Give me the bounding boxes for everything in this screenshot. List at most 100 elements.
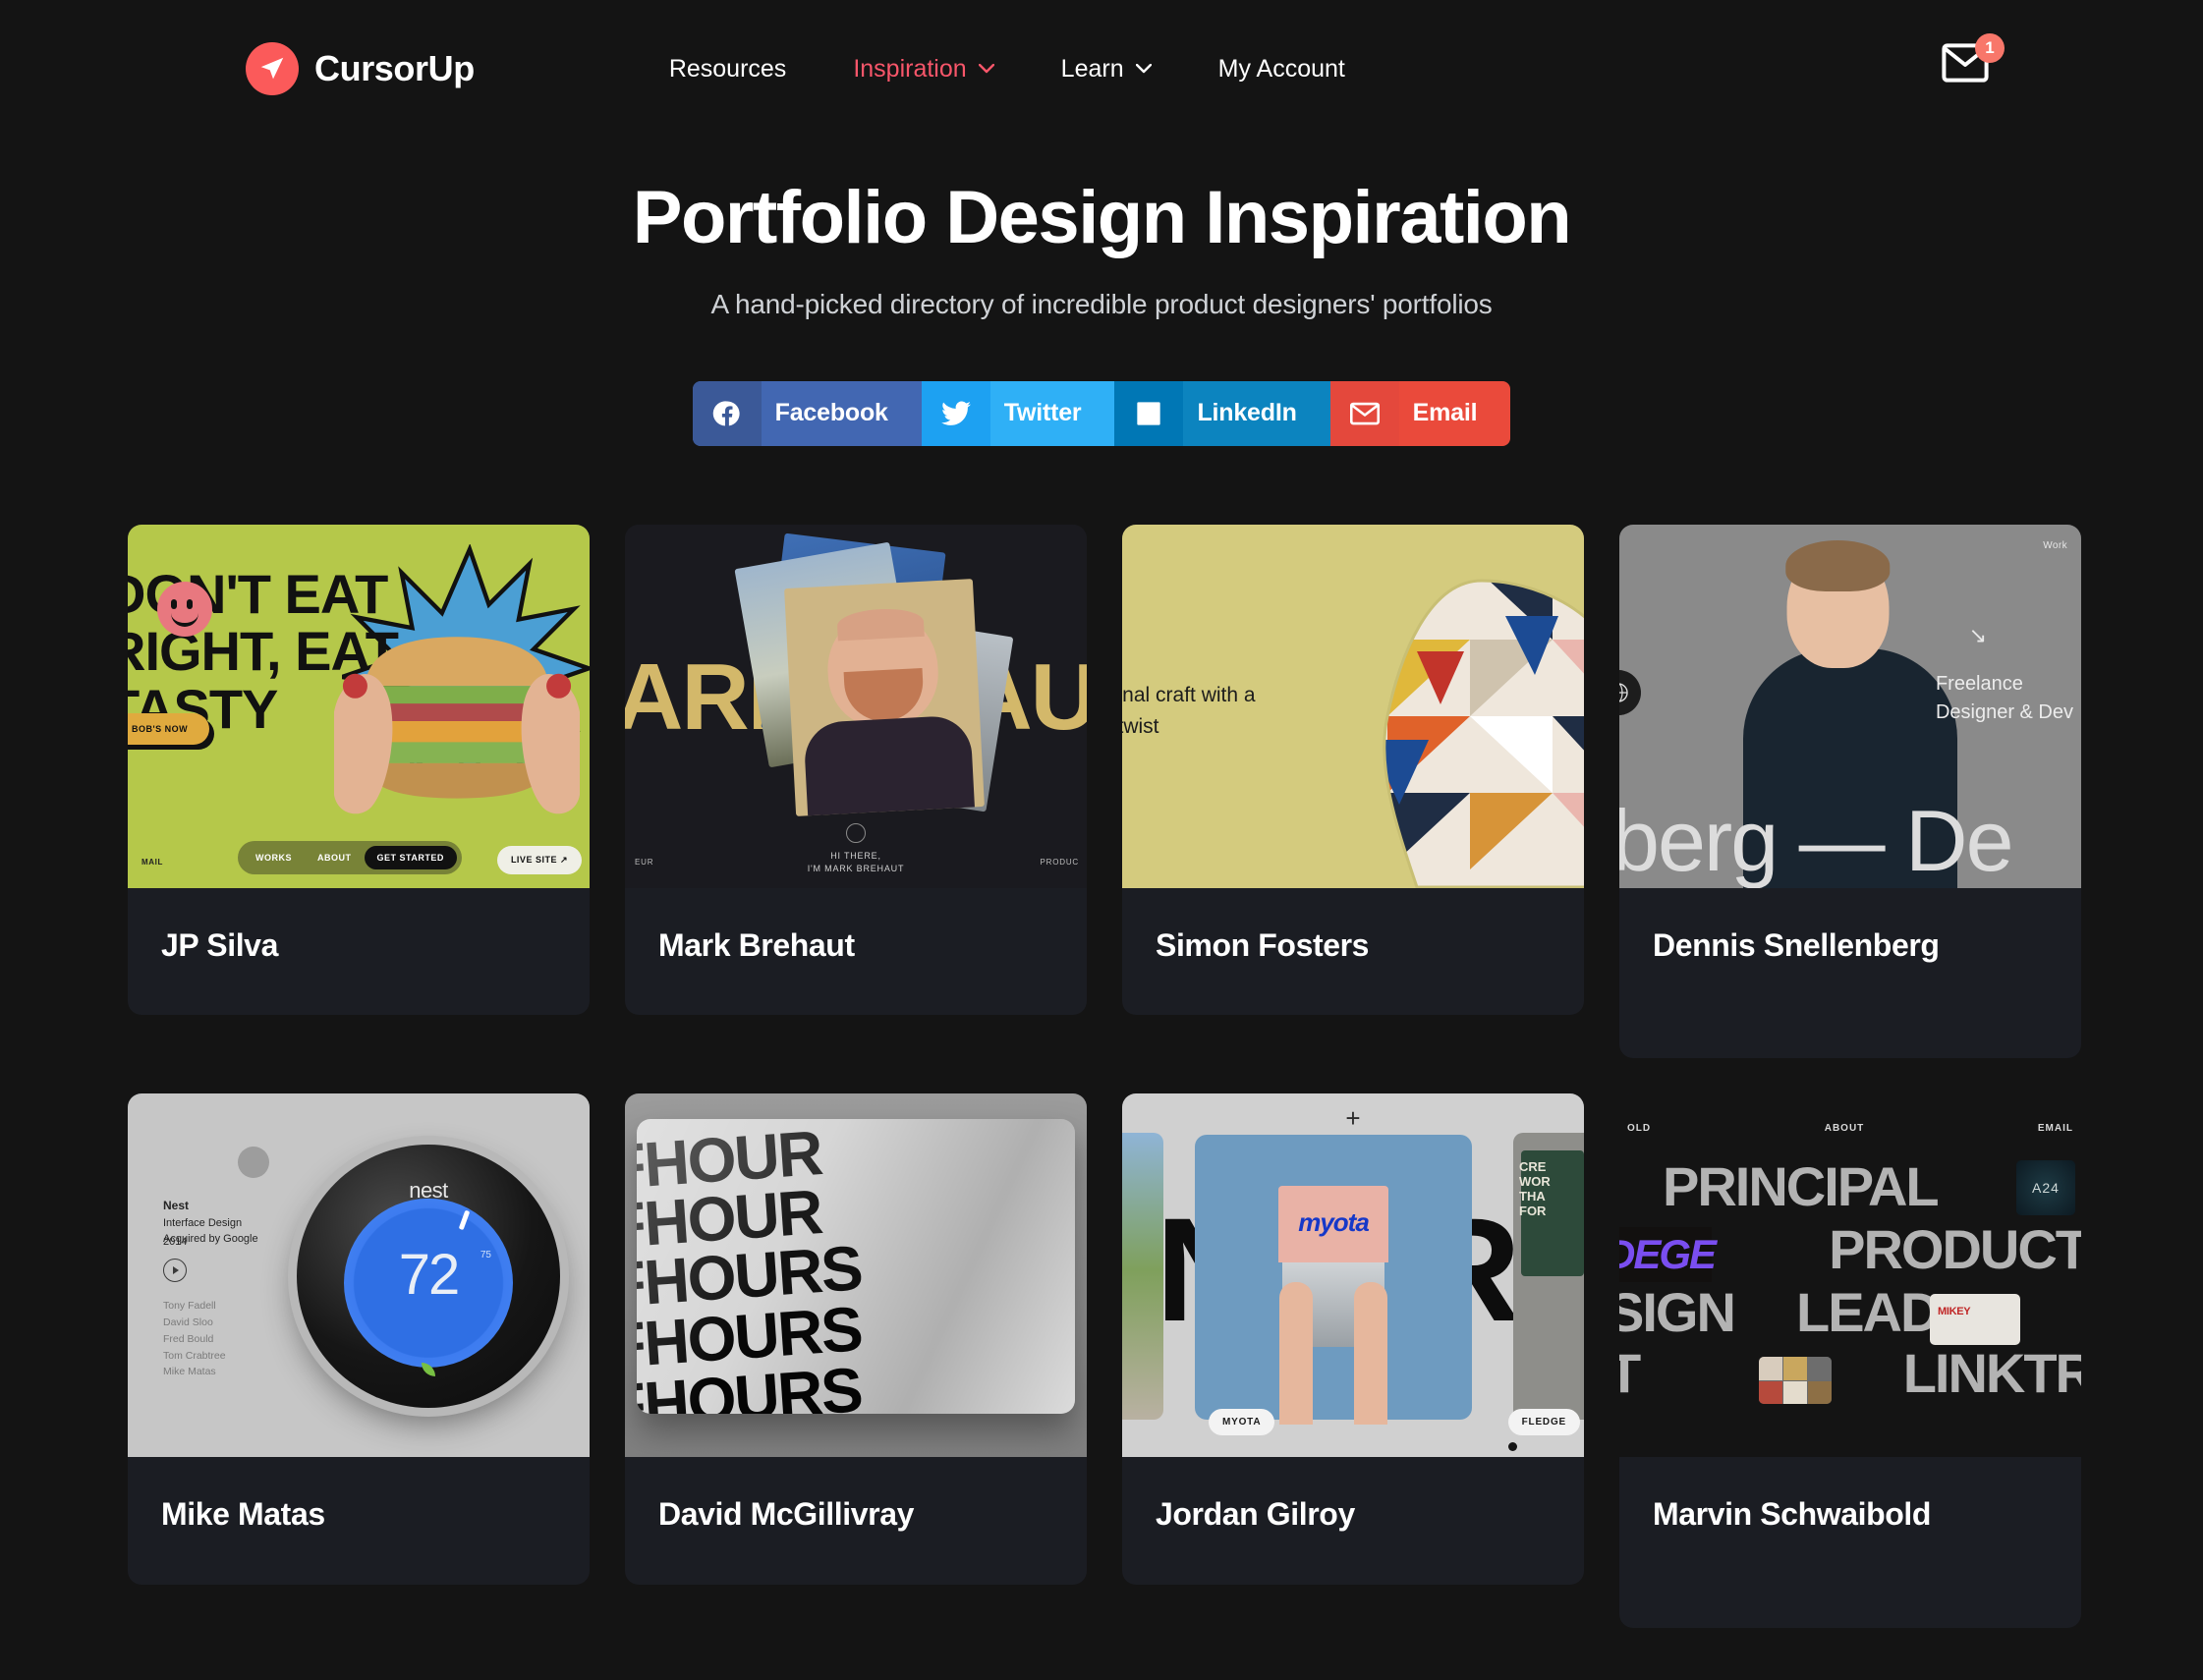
share-bar: Facebook Twitter LinkedIn Email [0, 380, 2203, 446]
carousel-indicator-dot [1508, 1442, 1517, 1452]
facebook-icon [692, 380, 762, 446]
thumb-badge-purple: DEGE [1619, 1227, 1717, 1283]
thumb-nav-about: ABOUT [317, 852, 352, 863]
thumb-corner-left: EUR [635, 857, 654, 867]
portrait-hair [836, 606, 925, 641]
share-label: Facebook [774, 399, 888, 427]
nav-label: Inspiration [853, 54, 967, 83]
card-thumbnail: DON'T EATRIGHT, EATTASTY BOB'S NOW MAIL [128, 524, 590, 888]
share-label: Email [1412, 399, 1478, 427]
share-twitter-button[interactable]: Twitter [921, 380, 1115, 446]
email-icon [1329, 380, 1399, 446]
share-label: LinkedIn [1197, 399, 1297, 427]
thumb-nav-works: WORKS [255, 852, 292, 863]
card-thumbnail: Work ↘ Freelance Designer & Dev berg — De [1619, 524, 2081, 888]
portfolio-grid: DON'T EATRIGHT, EATTASTY BOB'S NOW MAIL [0, 524, 2203, 1628]
envelope-icon [1942, 43, 1989, 86]
portfolio-card[interactable]: DON'T EATRIGHT, EATTASTY BOB'S NOW MAIL [128, 524, 590, 1016]
portfolio-card[interactable]: FHOUR FHOUR FHOURS FHOURS FHOURS David M… [625, 1093, 1087, 1585]
card-title: Marvin Schwaibold [1653, 1496, 1932, 1533]
brand-logo[interactable]: CursorUp [246, 42, 475, 95]
page-title: Portfolio Design Inspiration [632, 176, 1572, 259]
twitter-icon [921, 380, 990, 446]
thumb-cta: BOB'S NOW [128, 712, 210, 745]
share-facebook-button[interactable]: Facebook [692, 380, 922, 446]
billboard-text: CRE WOR THA FOR [1519, 1159, 1551, 1218]
card-title: David McGillivray [658, 1496, 914, 1533]
hero-section: Portfolio Design Inspiration A hand-pick… [0, 138, 2203, 320]
thumb-project-year: 2014 [163, 1236, 188, 1249]
card-title: Mark Brehaut [658, 926, 855, 963]
nest-temperature: 72 [398, 1243, 460, 1308]
hand-left [1279, 1282, 1313, 1426]
portfolio-card[interactable]: Work ↘ Freelance Designer & Dev berg — De… [1619, 524, 2081, 1059]
nav-item-resources[interactable]: Resources [669, 55, 787, 84]
brand-name: CursorUp [314, 48, 475, 88]
thumb-word: LINKTR [1902, 1342, 2081, 1405]
smiley-icon [157, 581, 212, 637]
thumbnail-a24: A24 [2016, 1160, 2075, 1216]
thumb-topnav: OLD ABOUT EMAIL [1619, 1123, 2081, 1134]
bag-sheen [637, 1119, 1075, 1415]
share-label: Twitter [1003, 399, 1082, 427]
nest-setpoint-value: 75 [480, 1250, 491, 1261]
thumb-word: SIGN [1619, 1281, 1736, 1344]
portfolio-card[interactable]: + N R myota CREWORTHAFOR MYOTA FLEDGE [1122, 1093, 1584, 1585]
card-title: Mike Matas [161, 1496, 325, 1533]
nav-label: Learn [1060, 54, 1124, 83]
card-title: JP Silva [161, 926, 278, 963]
chevron-down-icon [978, 64, 994, 74]
card-thumbnail: tional craft with an twist [1122, 524, 1584, 888]
mailer-bag-illustration: FHOUR FHOUR FHOURS FHOURS FHOURS [637, 1119, 1075, 1415]
burger-illustration [334, 636, 580, 813]
thumb-role: Freelance Designer & Dev [1935, 672, 2073, 723]
portfolio-card[interactable]: Nest Interface Design Acquired by Google 2… [128, 1093, 590, 1585]
share-email-button[interactable]: Email [1329, 380, 1511, 446]
mail-button[interactable]: 1 [1942, 33, 2005, 96]
thumb-word: PRODUCT [1829, 1218, 2081, 1281]
card-thumbnail: Nest Interface Design Acquired by Google 2… [128, 1093, 590, 1458]
card-title: Jordan Gilroy [1156, 1496, 1355, 1533]
thumb-nav-about: ABOUT [1824, 1123, 1865, 1135]
linkedin-icon [1114, 380, 1184, 446]
card-title: Dennis Snellenberg [1653, 926, 1940, 963]
card-thumbnail: FHOUR FHOUR FHOURS FHOURS FHOURS [625, 1093, 1087, 1458]
card-thumbnail: ARK AU HI THERE, I'M MARK BREHAUT EUR PROD… [625, 524, 1087, 888]
photo-portrait [784, 578, 985, 816]
thumbnail-grid [1759, 1357, 1832, 1405]
card-thumbnail: OLD ABOUT EMAIL PRINCIPAL PRODUCT SIGN L… [1619, 1093, 2081, 1458]
decor-dot [238, 1147, 269, 1179]
portfolio-card[interactable]: ARK AU HI THERE, I'M MARK BREHAUT EUR PROD… [625, 524, 1087, 1016]
scroll-indicator-icon [846, 822, 866, 843]
thumb-nav-old: OLD [1627, 1123, 1652, 1135]
nest-thermostat-illustration: nest 75 72 [297, 1145, 560, 1409]
hand-right [1354, 1282, 1387, 1426]
product-brand-label: myota [1298, 1207, 1370, 1238]
mail-badge: 1 [1975, 33, 2005, 63]
thumb-word: T [1619, 1342, 1641, 1405]
thumb-corner-right: PRODUC [1040, 857, 1079, 867]
nav-item-my-account[interactable]: My Account [1218, 55, 1345, 84]
portrait-torso [803, 714, 976, 816]
thumb-nav-work: Work [2043, 539, 2067, 551]
thumb-word: PRINCIPAL [1663, 1155, 1940, 1218]
site-header: CursorUp Resources Inspiration Learn My … [0, 0, 2203, 138]
thumb-credits: Tony Fadell David Sloo Fred Bould Tom Crabt… [163, 1300, 226, 1378]
carousel-slide-right: CRE WOR THA FOR [1513, 1133, 1584, 1421]
portfolio-card[interactable]: OLD ABOUT EMAIL PRINCIPAL PRODUCT SIGN L… [1619, 1093, 2081, 1628]
portfolio-card[interactable]: tional craft with an twist [1122, 524, 1584, 1016]
slide-tag-fledge: FLEDGE [1507, 1409, 1580, 1436]
card-thumbnail: + N R myota CREWORTHAFOR MYOTA FLEDGE [1122, 1093, 1584, 1458]
cursor-arrow-icon [246, 42, 299, 95]
thumb-nav-get-started: GET STARTED [364, 845, 457, 869]
nest-setpoint-tick [458, 1209, 471, 1231]
thumb-mail-label: MAIL [141, 857, 163, 867]
share-linkedin-button[interactable]: LinkedIn [1114, 380, 1330, 446]
patchwork-garment-illustration [1383, 579, 1584, 888]
arrow-down-right-icon: ↘ [1968, 622, 1987, 647]
thumb-caption: HI THERE, I'M MARK BREHAUT [807, 850, 905, 874]
globe-icon [1619, 669, 1641, 715]
nav-item-inspiration[interactable]: Inspiration [853, 54, 994, 84]
slide-tag-myota: MYOTA [1209, 1409, 1275, 1436]
nav-item-learn[interactable]: Learn [1061, 55, 1152, 84]
